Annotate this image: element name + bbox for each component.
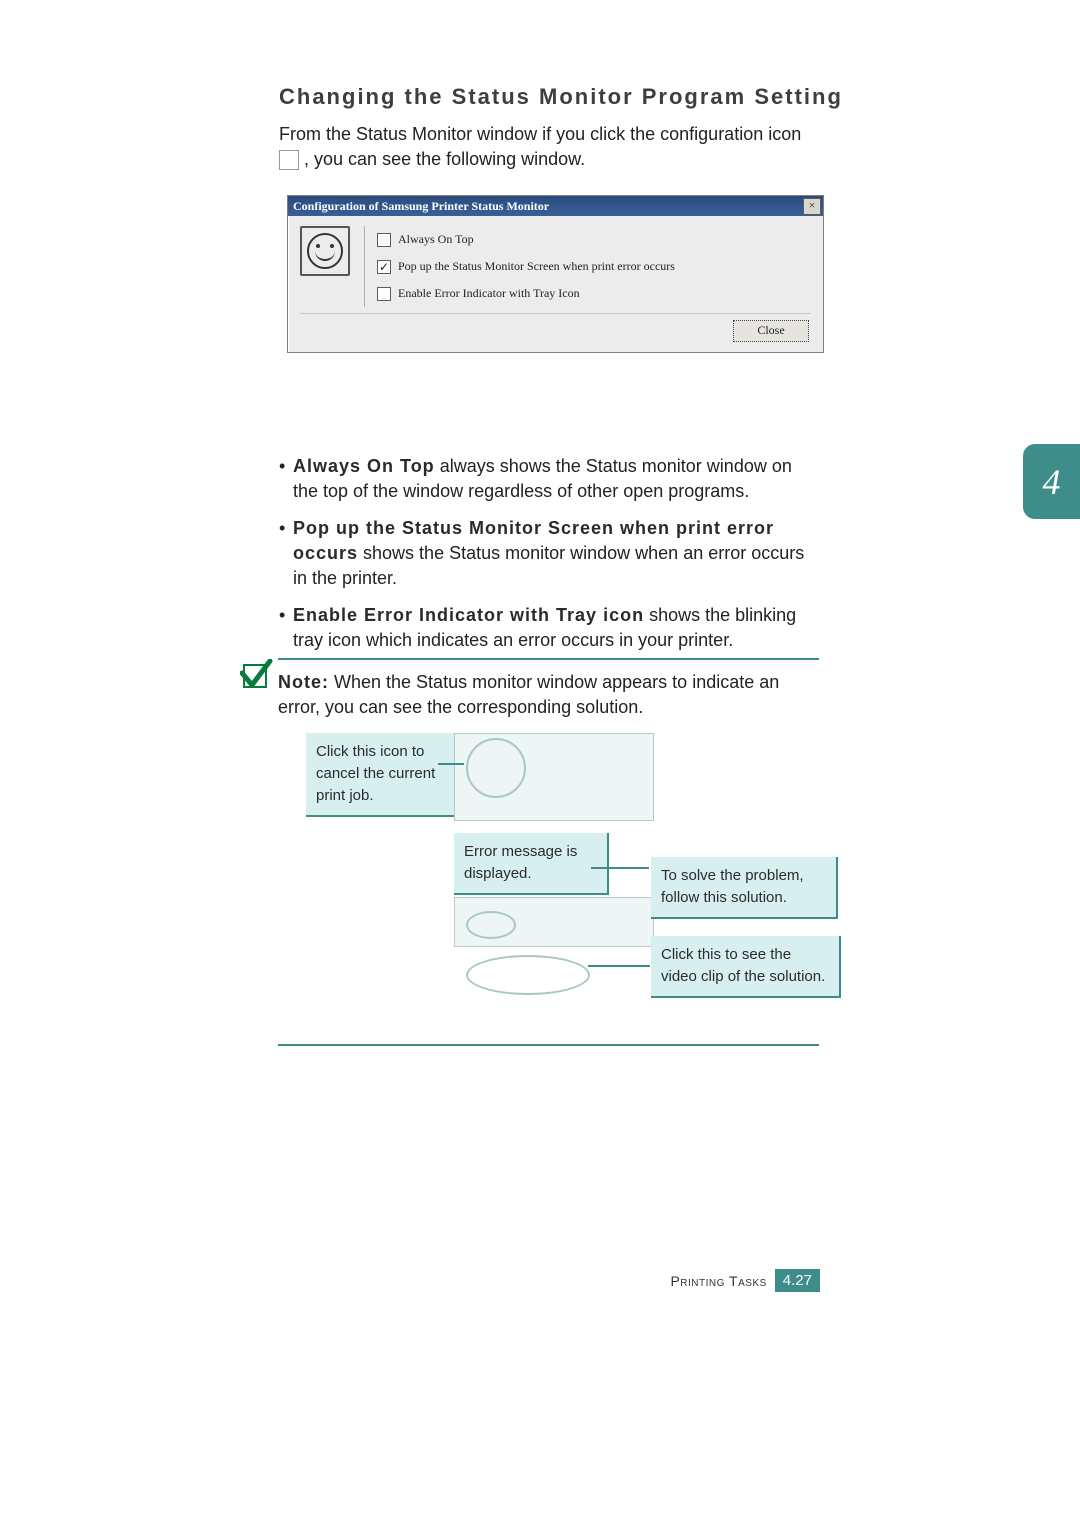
close-icon[interactable]: × (803, 198, 821, 215)
leader-line (588, 965, 650, 967)
bullet-popup-on-error: •Pop up the Status Monitor Screen when p… (293, 516, 819, 591)
status-face-icon (300, 226, 350, 276)
option-popup-on-error[interactable]: ✓ Pop up the Status Monitor Screen when … (377, 253, 811, 280)
callout-video-clip: Click this to see the video clip of the … (651, 936, 841, 998)
highlight-oval (466, 911, 516, 939)
highlight-oval (466, 738, 526, 798)
option-always-on-top[interactable]: Always On Top (377, 226, 811, 253)
callout-cancel-job: Click this icon to cancel the current pr… (306, 733, 456, 817)
note-rule-bottom (278, 1044, 819, 1046)
bullet-always-on-top: •Always On Top always shows the Status m… (293, 454, 819, 504)
bullet-term: Always On Top (293, 456, 435, 476)
dialog-title: Configuration of Samsung Printer Status … (290, 199, 549, 214)
callout-error-message: Error message is displayed. (454, 833, 609, 895)
chapter-tab: 4 (1023, 444, 1080, 519)
checkmark-icon (240, 659, 276, 691)
option-label: Always On Top (398, 232, 474, 247)
close-button[interactable]: Close (733, 320, 809, 342)
chapter-number: 4 (1043, 461, 1061, 503)
checkbox-icon[interactable] (377, 233, 391, 247)
callout-solution: To solve the problem, follow this soluti… (651, 857, 838, 919)
option-label: Pop up the Status Monitor Screen when pr… (398, 259, 675, 274)
bullet-text: shows the Status monitor window when an … (293, 543, 804, 588)
page-title: Changing the Status Monitor Program Sett… (279, 84, 843, 110)
dialog-titlebar: Configuration of Samsung Printer Status … (288, 196, 823, 216)
highlight-oval (466, 955, 590, 995)
option-label: Enable Error Indicator with Tray Icon (398, 286, 580, 301)
note-rule-top (278, 658, 819, 660)
page-footer: Printing Tasks 4.27 (0, 1269, 1080, 1292)
note-body: When the Status monitor window appears t… (278, 672, 779, 717)
footer-page-number: 4.27 (775, 1269, 820, 1292)
note-label: Note: (278, 672, 329, 692)
leader-line (591, 867, 649, 869)
note-text: Note: When the Status monitor window app… (278, 670, 819, 720)
option-tray-indicator[interactable]: Enable Error Indicator with Tray Icon (377, 280, 811, 307)
config-dialog: Configuration of Samsung Printer Status … (287, 195, 824, 353)
checkbox-icon[interactable]: ✓ (377, 260, 391, 274)
intro-after: , you can see the following window. (304, 149, 585, 169)
bullet-term: Enable Error Indicator with Tray icon (293, 605, 644, 625)
footer-section: Printing Tasks (670, 1273, 766, 1289)
intro-before: From the Status Monitor window if you cl… (279, 124, 801, 144)
intro-text: From the Status Monitor window if you cl… (279, 122, 819, 172)
bullet-tray-indicator: •Enable Error Indicator with Tray icon s… (293, 603, 819, 653)
checkbox-icon[interactable] (377, 287, 391, 301)
config-icon (279, 150, 299, 170)
leader-line (438, 763, 464, 765)
